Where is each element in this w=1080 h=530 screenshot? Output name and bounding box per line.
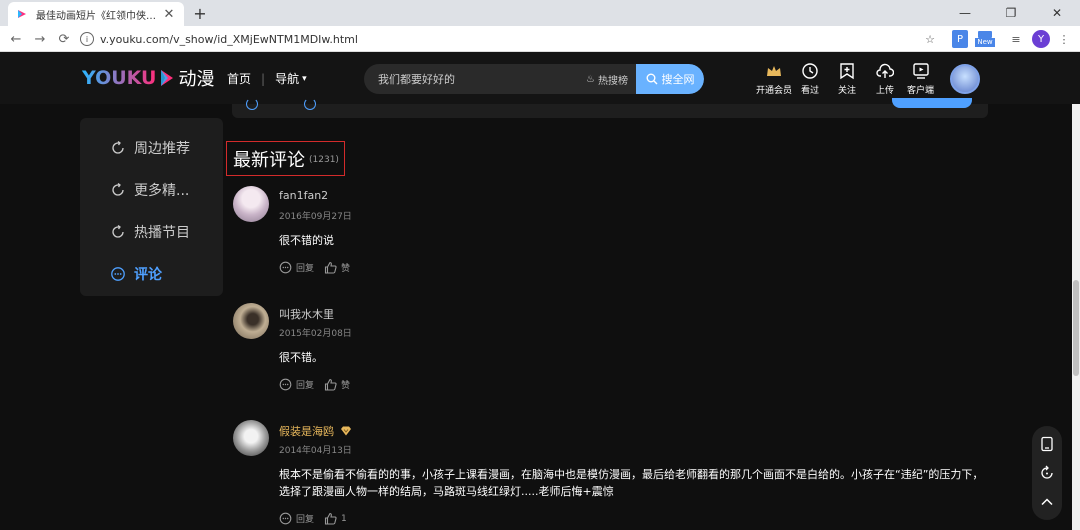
commenter-avatar[interactable]: [233, 420, 269, 456]
comment-item: 假装是海鸥 2014年04月13日 根本不是偷看不偷看的的事，小孩子上课看漫画，…: [233, 420, 993, 530]
browser-tab[interactable]: 最佳动画短片《红领巾侠》 - ✕: [8, 2, 184, 26]
hot-search-link[interactable]: ♨ 热搜榜: [586, 72, 628, 87]
comment-actions: 回复 赞: [279, 261, 360, 274]
back-button[interactable]: ←: [6, 29, 26, 49]
loading-icon: [246, 98, 258, 110]
comment-item: 叫我水木里 2015年02月08日 很不错。 回复 赞: [233, 303, 993, 403]
client-button[interactable]: 客户端: [907, 62, 934, 96]
comment-date: 2016年09月27日: [279, 212, 352, 222]
commenter-name[interactable]: 假装是海鸥: [279, 423, 352, 439]
sidebar-item-hot[interactable]: 热播节目: [110, 222, 190, 242]
youku-favicon-icon: [16, 8, 28, 20]
reply-button[interactable]: 回复: [279, 378, 314, 391]
browser-menu-icon[interactable]: ⋮: [1058, 30, 1070, 48]
comment-text: 根本不是偷看不偷看的的事，小孩子上课看漫画，在脑海中也是模仿漫画，最后给老师翻看…: [279, 468, 984, 498]
thumbs-up-icon: [324, 261, 337, 274]
commenter-name[interactable]: fan1fan2: [279, 189, 328, 202]
thumbs-up-icon: [324, 378, 337, 391]
vip-button[interactable]: 开通会员: [756, 62, 792, 96]
tab-title: 最佳动画短片《红领巾侠》 -: [36, 10, 162, 22]
flame-icon: ♨: [586, 74, 595, 85]
reply-button[interactable]: 回复: [279, 512, 314, 525]
commenter-avatar[interactable]: [233, 186, 269, 222]
extension-p-icon[interactable]: P: [952, 30, 968, 48]
maximize-button[interactable]: ❐: [988, 0, 1034, 26]
clock-icon: [802, 63, 818, 79]
nav-guide-link[interactable]: 导航: [275, 70, 299, 87]
browser-tab-strip: 最佳动画短片《红领巾侠》 - ✕ + — ❐ ✕: [0, 0, 1080, 26]
bookmark-star-icon[interactable]: ☆: [922, 30, 938, 48]
site-info-icon[interactable]: i: [80, 32, 94, 46]
feedback-phone-icon[interactable]: [1039, 436, 1055, 452]
bookmark-plus-icon: [840, 63, 854, 80]
comment-date: 2014年04月13日: [279, 446, 352, 456]
upload-button[interactable]: 上传: [876, 62, 894, 96]
close-window-button[interactable]: ✕: [1034, 0, 1080, 26]
chevron-down-icon: ▾: [302, 73, 307, 84]
content-top-strip: [232, 98, 988, 118]
comment-date: 2015年02月08日: [279, 329, 352, 339]
commenter-name[interactable]: 叫我水木里: [279, 306, 334, 322]
like-button[interactable]: 1: [324, 512, 347, 525]
like-button[interactable]: 赞: [324, 261, 350, 274]
search-icon: [646, 73, 657, 85]
reply-bubble-icon: [279, 261, 292, 274]
tab-close-icon[interactable]: ✕: [162, 7, 176, 22]
site-header: YOUKU 动漫 首页 | 导航 ▾ ♨ 热搜榜 搜全网 开通会员 看过 关注 …: [0, 52, 1080, 104]
nav-home-link[interactable]: 首页: [227, 70, 251, 87]
reply-bubble-icon: [279, 512, 292, 525]
profile-avatar[interactable]: Y: [1032, 30, 1050, 48]
sidebar-item-nearby[interactable]: 周边推荐: [110, 138, 190, 158]
extension-new-icon[interactable]: New: [974, 30, 996, 48]
comments-count: (1231): [309, 155, 339, 165]
address-bar[interactable]: i v.youku.com/v_show/id_XMjEwNTM1MDIw.ht…: [80, 30, 960, 48]
comment-actions: 回复 1: [279, 512, 357, 525]
back-to-top-icon[interactable]: [1039, 494, 1055, 510]
comment-text: 很不错的说: [279, 234, 334, 247]
history-button[interactable]: 看过: [801, 62, 819, 96]
browser-toolbar: ← → ⟳ i v.youku.com/v_show/id_XMjEwNTM1M…: [0, 26, 1080, 52]
scrollbar-thumb[interactable]: [1073, 280, 1079, 376]
refresh-circle-icon: [112, 140, 124, 154]
reply-button[interactable]: 回复: [279, 261, 314, 274]
comment-actions: 回复 赞: [279, 378, 360, 391]
crown-icon: [767, 66, 781, 76]
floating-toolbar: [1032, 426, 1062, 520]
comment-bubble-icon: [111, 267, 125, 281]
upload-cloud-icon: [876, 63, 894, 78]
comment-text: 很不错。: [279, 351, 323, 364]
header-nav: 首页 | 导航 ▾: [227, 70, 307, 87]
user-avatar[interactable]: [950, 64, 980, 94]
youku-logo[interactable]: YOUKU 动漫: [82, 66, 214, 90]
forward-button[interactable]: →: [30, 29, 50, 49]
minimize-button[interactable]: —: [942, 0, 988, 26]
youku-logo-icon: [161, 70, 174, 86]
comments-title: 最新评论: [233, 150, 305, 171]
sidebar-item-comments[interactable]: 评论: [110, 264, 162, 284]
commenter-avatar[interactable]: [233, 303, 269, 339]
search-button[interactable]: 搜全网: [636, 64, 704, 94]
follow-button[interactable]: 关注: [838, 62, 856, 96]
media-control-icon[interactable]: ≡: [1008, 30, 1024, 48]
loading-icon: [304, 98, 316, 110]
like-button[interactable]: 赞: [324, 378, 350, 391]
refresh-circle-icon: [112, 224, 124, 238]
search-bar: ♨ 热搜榜 搜全网: [364, 64, 704, 94]
main-content: 周边推荐 更多精... 热播节目 评论 最新评论 (1231) fan1fan2…: [0, 98, 1080, 530]
play-screen-icon: [912, 63, 929, 79]
reply-bubble-icon: [279, 378, 292, 391]
strip-button[interactable]: [892, 98, 972, 108]
sidebar: 周边推荐 更多精... 热播节目 评论: [80, 118, 223, 296]
thumbs-up-icon: [324, 512, 337, 525]
new-tab-button[interactable]: +: [190, 2, 210, 24]
refresh-icon[interactable]: [1039, 465, 1055, 481]
comment-item: fan1fan2 2016年09月27日 很不错的说 回复 赞: [233, 186, 993, 286]
refresh-circle-icon: [112, 182, 124, 196]
vip-diamond-icon: [341, 426, 351, 436]
url-text: v.youku.com/v_show/id_XMjEwNTM1MDIw.html: [100, 32, 358, 46]
reload-button[interactable]: ⟳: [54, 29, 74, 49]
sidebar-item-more[interactable]: 更多精...: [110, 180, 189, 200]
